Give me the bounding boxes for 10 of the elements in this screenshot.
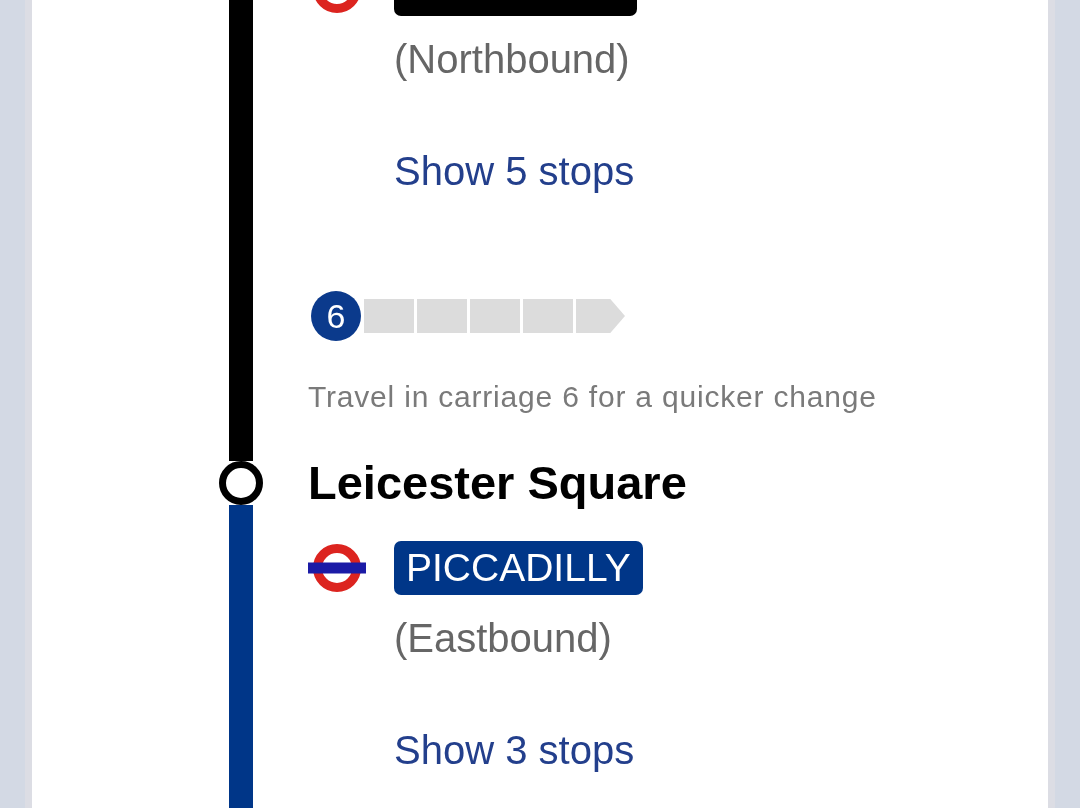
roundel-icon xyxy=(308,544,366,592)
highlighted-carriage: 6 xyxy=(311,291,361,341)
station-name: Leicester Square xyxy=(308,455,687,511)
direction-label: (Northbound) xyxy=(394,36,630,83)
line-badge: PICCADILLY xyxy=(394,541,643,595)
station-marker-icon xyxy=(219,461,263,505)
show-stops-link[interactable]: Show 3 stops xyxy=(394,726,635,774)
direction-label: (Eastbound) xyxy=(394,615,612,662)
show-stops-link[interactable]: Show 5 stops xyxy=(394,147,635,195)
carriage-hint: Travel in carriage 6 for a quicker change xyxy=(308,379,877,415)
